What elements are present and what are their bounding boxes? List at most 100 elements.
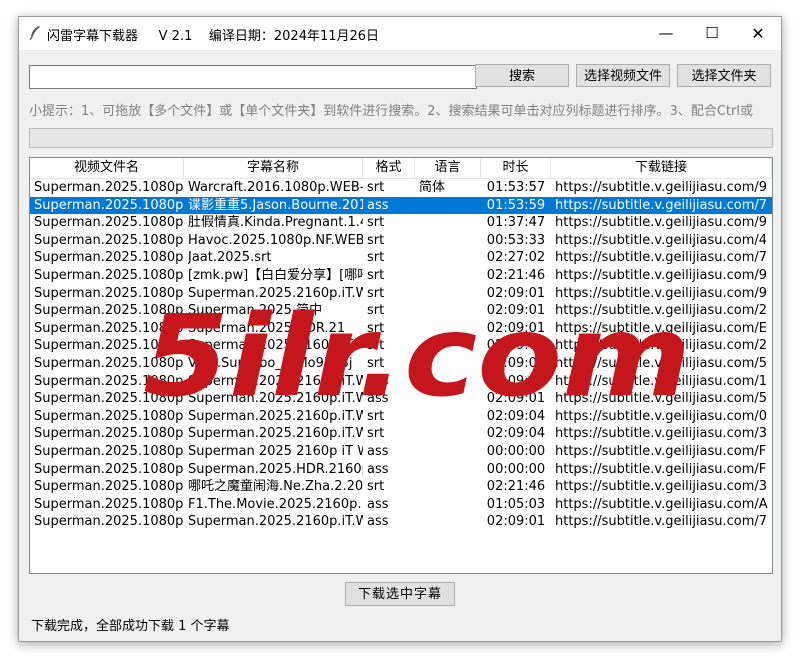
cell-subtitle-name: Superman.2025.2160p.iT.W: [188, 391, 363, 407]
cell-format: ass: [367, 461, 389, 477]
table-row[interactable]: Superman.2025.1080p Superman.2025.2160p.i…: [30, 285, 772, 303]
title-bar[interactable]: 闪雷字幕下载器 V 2.1 编译日期：2024年11月26日 — ☐ ✕: [19, 17, 781, 50]
table-row[interactable]: Superman.2025.1080p VOD.Superbo_UtMo9Kd3j…: [30, 355, 772, 373]
cell-duration: 02:27:02: [486, 250, 546, 266]
cell-format: srt: [367, 232, 385, 248]
cell-duration: 01:53:59: [486, 197, 546, 213]
table-row[interactable]: Superman.2025.1080p Warcraft.2016.1080p.W…: [30, 179, 772, 197]
table-row[interactable]: Superman.2025.1080p Superman.2025.2160p.i…: [30, 425, 772, 443]
cell-format: ass: [367, 443, 389, 459]
cell-download-link: https://subtitle.v.geilijiasu.com/A: [555, 496, 768, 512]
cell-duration: 01:53:57: [486, 180, 546, 195]
table-row[interactable]: Superman.2025.1080p Jaat.2025.srt srt 02:27…: [30, 249, 772, 267]
cell-format: ass: [367, 496, 389, 512]
progress-bar: [29, 128, 773, 148]
column-header-language[interactable]: 语言: [415, 158, 481, 178]
cell-language: [419, 373, 481, 391]
search-input[interactable]: [29, 65, 477, 89]
cell-duration: 01:37:47: [486, 215, 546, 231]
select-folder-button[interactable]: 选择文件夹: [677, 64, 771, 87]
minimize-button[interactable]: —: [643, 17, 689, 50]
cell-duration: 02:09:04: [486, 408, 546, 424]
table-row[interactable]: Superman.2025.1080p 谍影重重5.Jason.Bourne.20…: [30, 196, 772, 215]
cell-format: srt: [367, 320, 385, 336]
cell-format: srt: [367, 285, 385, 301]
cell-format: srt: [367, 355, 385, 371]
cell-duration: 02:09:04: [486, 426, 546, 442]
cell-download-link: https://subtitle.v.geilijiasu.com/E: [555, 320, 768, 336]
cell-duration: 01:05:03: [486, 496, 546, 512]
cell-video-file: Superman.2025.1080p: [34, 303, 184, 319]
results-table[interactable]: 视频文件名 字幕名称 格式 语言 时长 下载链接 Superman.2025.1080p W…: [29, 157, 773, 574]
close-button[interactable]: ✕: [735, 17, 781, 50]
cell-subtitle-name: Superman.2025.2160p.iT.W: [188, 373, 363, 389]
cell-download-link: https://subtitle.v.geilijiasu.com/9: [555, 180, 768, 195]
cell-format: ass: [367, 197, 389, 213]
cell-duration: 02:09:01: [486, 355, 546, 371]
table-body[interactable]: Superman.2025.1080p Warcraft.2016.1080p.W…: [30, 179, 772, 531]
table-row[interactable]: Superman.2025.1080p Superman.2025.2160p.i…: [30, 337, 772, 355]
cell-download-link: https://subtitle.v.geilijiasu.com/F: [555, 443, 767, 459]
table-row[interactable]: Superman.2025.1080p 肚假情真.Kinda.Pregnant.1…: [30, 214, 772, 232]
table-row[interactable]: Superman.2025.1080p Superman.2025.2160p.i…: [30, 513, 772, 531]
cell-duration: 00:00:00: [486, 443, 546, 459]
table-row[interactable]: Superman.2025.1080p Superman.2025.2160p.i…: [30, 373, 772, 391]
table-row[interactable]: Superman.2025.1080p 哪吒之魔童闹海.Ne.Zha.2.20 sr…: [30, 478, 772, 496]
cell-video-file: Superman.2025.1080p: [34, 514, 184, 530]
cell-language: [419, 408, 481, 426]
table-row[interactable]: Superman.2025.1080p Superman.2025.2160p.i…: [30, 390, 772, 408]
cell-language: [419, 285, 481, 303]
cell-subtitle-name: Superman.2025.2160p.iT.W: [188, 426, 363, 442]
column-header-video-file[interactable]: 视频文件名: [30, 158, 184, 178]
cell-subtitle-name: [zmk.pw]【白白爱分享】[哪吒: [188, 267, 363, 283]
cell-subtitle-name: Superman 2025 2160p iT W: [188, 443, 363, 459]
cell-format: srt: [367, 303, 385, 319]
cell-language: [419, 232, 481, 250]
table-row[interactable]: Superman.2025.1080p [zmk.pw]【白白爱分享】[哪吒 srt…: [30, 267, 772, 285]
cell-download-link: https://subtitle.v.geilijiasu.com/7: [555, 250, 768, 266]
cell-video-file: Superman.2025.1080p: [34, 373, 184, 389]
column-header-format[interactable]: 格式: [363, 158, 415, 178]
search-button[interactable]: 搜索: [475, 64, 569, 87]
table-row[interactable]: Superman.2025.1080p Superman.2025.2160p.i…: [30, 408, 772, 426]
cell-video-file: Superman.2025.1080p: [34, 479, 184, 495]
table-row[interactable]: Superman.2025.1080p Superman.2025.简中 srt 02…: [30, 302, 772, 320]
cell-download-link: https://subtitle.v.geilijiasu.com/3: [555, 426, 768, 442]
cell-download-link: https://subtitle.v.geilijiasu.com/1: [555, 373, 768, 389]
cell-format: ass: [367, 514, 389, 530]
cell-video-file: Superman.2025.1080p: [34, 355, 184, 371]
cell-language: [419, 249, 481, 267]
cell-video-file: Superman.2025.1080p: [34, 338, 184, 354]
cell-video-file: Superman.2025.1080p: [34, 180, 184, 195]
cell-format: srt: [367, 250, 385, 266]
table-row[interactable]: Superman.2025.1080p Superman 2025 2160p i…: [30, 443, 772, 461]
feather-icon: [29, 26, 40, 41]
cell-duration: 02:09:01: [486, 303, 546, 319]
cell-download-link: https://subtitle.v.geilijiasu.com/9: [555, 215, 768, 231]
column-header-duration[interactable]: 时长: [481, 158, 551, 178]
cell-subtitle-name: Superman.2025.2160p.iT: [188, 338, 354, 354]
maximize-button[interactable]: ☐: [689, 17, 735, 50]
cell-duration: 02:09:01: [486, 391, 546, 407]
column-header-download-link[interactable]: 下载链接: [551, 158, 772, 178]
cell-subtitle-name: Superman.2025.2160p.iT.W: [188, 285, 363, 301]
cell-video-file: Superman.2025.1080p: [34, 232, 184, 248]
cell-duration: 00:00:00: [486, 461, 546, 477]
cell-duration: 00:53:33: [486, 232, 546, 248]
select-video-button[interactable]: 选择视频文件: [576, 64, 670, 87]
table-row[interactable]: Superman.2025.1080p F1.The.Movie.2025.216…: [30, 496, 772, 514]
cell-video-file: Superman.2025.1080p: [34, 496, 184, 512]
cell-language: [419, 320, 481, 338]
table-row[interactable]: Superman.2025.1080p Havoc.2025.1080p.NF.W…: [30, 232, 772, 250]
table-row[interactable]: Superman.2025.1080p Superman.2025.HDR.216…: [30, 461, 772, 479]
column-header-subtitle-name[interactable]: 字幕名称: [184, 158, 363, 178]
cell-language: [419, 390, 481, 408]
cell-video-file: Superman.2025.1080p: [34, 443, 184, 459]
download-selected-button[interactable]: 下载选中字幕: [345, 582, 455, 606]
cell-video-file: Superman.2025.1080p: [34, 461, 184, 477]
cell-subtitle-name: Jaat.2025.srt: [188, 250, 272, 266]
table-row[interactable]: Superman.2025.1080p Superman.2025.HDR.21 s…: [30, 320, 772, 338]
cell-language: [419, 443, 481, 461]
cell-download-link: https://subtitle.v.geilijiasu.com/F: [555, 461, 767, 477]
cell-format: srt: [367, 215, 385, 231]
